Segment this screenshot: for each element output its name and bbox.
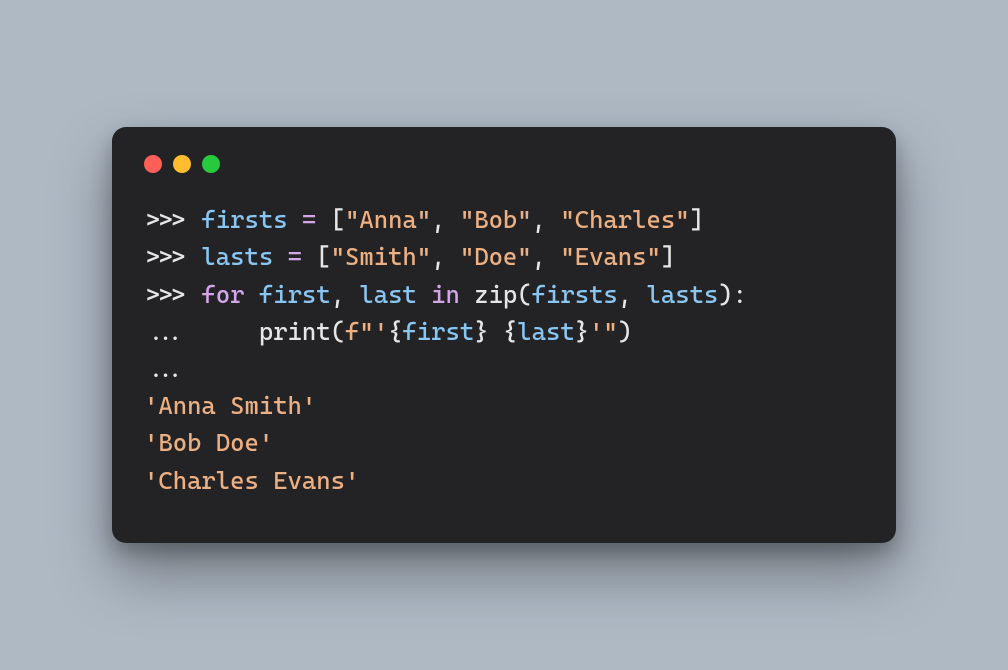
minimize-icon[interactable] bbox=[173, 155, 191, 173]
code-token bbox=[273, 242, 287, 271]
code-token: "Bob" bbox=[460, 205, 532, 234]
code-line: 'Bob Doe' bbox=[144, 424, 864, 461]
code-line: 'Anna Smith' bbox=[144, 387, 864, 424]
code-token: { bbox=[388, 317, 402, 346]
code-token: "Evans" bbox=[560, 242, 661, 271]
maximize-icon[interactable] bbox=[202, 155, 220, 173]
code-token: "Smith" bbox=[331, 242, 432, 271]
code-token: for bbox=[201, 280, 244, 309]
code-token: zip( bbox=[460, 280, 532, 309]
code-block: >>> firsts = ["Anna", "Bob", "Charles"]>… bbox=[144, 201, 864, 499]
code-token: , bbox=[431, 242, 460, 271]
code-token bbox=[245, 280, 259, 309]
code-token: } bbox=[575, 317, 589, 346]
code-token: ... print( bbox=[144, 317, 345, 346]
code-token bbox=[417, 280, 431, 309]
code-token: in bbox=[431, 280, 460, 309]
code-token: '" bbox=[589, 317, 618, 346]
code-token: "Anna" bbox=[345, 205, 431, 234]
code-token: = bbox=[302, 205, 316, 234]
code-token: ... bbox=[144, 354, 187, 383]
code-token: ] bbox=[690, 205, 704, 234]
code-line: ... bbox=[144, 350, 864, 387]
code-token: firsts bbox=[201, 205, 287, 234]
code-line: 'Charles Evans' bbox=[144, 462, 864, 499]
code-token: first bbox=[402, 317, 474, 346]
code-token: , bbox=[618, 280, 647, 309]
code-token: [ bbox=[302, 242, 331, 271]
close-icon[interactable] bbox=[144, 155, 162, 173]
code-token: 'Charles Evans' bbox=[144, 466, 359, 495]
code-token: , bbox=[331, 280, 360, 309]
code-token: >>> bbox=[144, 242, 201, 271]
code-token: , bbox=[431, 205, 460, 234]
code-line: ... print(f"'{first} {last}'") bbox=[144, 313, 864, 350]
code-token: 'Anna Smith' bbox=[144, 391, 316, 420]
code-token: } bbox=[474, 317, 488, 346]
code-token: , bbox=[532, 242, 561, 271]
code-line: >>> for first, last in zip(firsts, lasts… bbox=[144, 276, 864, 313]
code-token: lasts bbox=[647, 280, 719, 309]
code-token: , bbox=[532, 205, 561, 234]
code-token: >>> bbox=[144, 280, 201, 309]
code-token bbox=[288, 205, 302, 234]
code-token: first bbox=[259, 280, 331, 309]
code-line: >>> firsts = ["Anna", "Bob", "Charles"] bbox=[144, 201, 864, 238]
code-token bbox=[489, 317, 503, 346]
terminal-window: >>> firsts = ["Anna", "Bob", "Charles"]>… bbox=[112, 127, 896, 543]
code-token: = bbox=[288, 242, 302, 271]
code-token: ): bbox=[718, 280, 747, 309]
code-token: 'Bob Doe' bbox=[144, 428, 273, 457]
code-token: f"' bbox=[345, 317, 388, 346]
code-token: ) bbox=[618, 317, 632, 346]
code-token: "Doe" bbox=[460, 242, 532, 271]
code-token: last bbox=[517, 317, 574, 346]
code-token: firsts bbox=[532, 280, 618, 309]
code-token: ] bbox=[661, 242, 675, 271]
code-token: [ bbox=[316, 205, 345, 234]
code-token: last bbox=[359, 280, 416, 309]
code-line: >>> lasts = ["Smith", "Doe", "Evans"] bbox=[144, 238, 864, 275]
code-token: lasts bbox=[201, 242, 273, 271]
code-token: "Charles" bbox=[560, 205, 689, 234]
window-titlebar bbox=[144, 155, 864, 173]
code-token: { bbox=[503, 317, 517, 346]
code-token: >>> bbox=[144, 205, 201, 234]
